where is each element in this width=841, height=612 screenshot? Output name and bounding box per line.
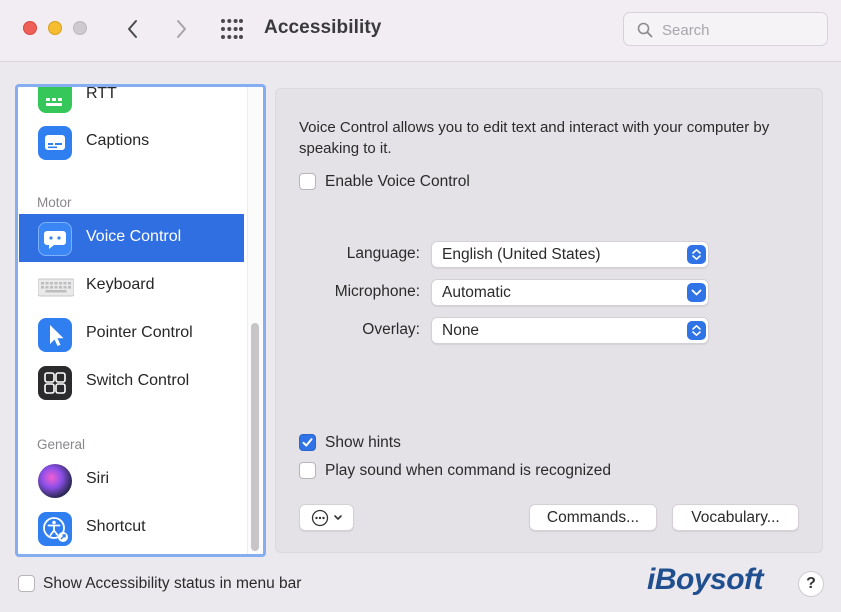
show-status-in-menu-bar-checkbox[interactable] (18, 575, 35, 592)
chevron-left-icon (128, 20, 137, 38)
ellipsis-circle-icon (311, 509, 342, 527)
language-select[interactable]: English (United States) (431, 241, 709, 268)
sidebar-item-keyboard[interactable]: Keyboard (19, 262, 244, 310)
chevron-right-icon (177, 20, 186, 38)
pointer-control-icon (38, 318, 72, 352)
sidebar-item-pointer-control[interactable]: Pointer Control (19, 310, 244, 358)
sidebar-item-label: Captions (86, 132, 150, 149)
voice-control-icon (38, 222, 72, 256)
window-title: Accessibility (264, 17, 382, 38)
sidebar-item-label: Switch Control (86, 372, 190, 389)
microphone-value: Automatic (442, 284, 511, 301)
show-status-in-menu-bar-label: Show Accessibility status in menu bar (43, 575, 302, 592)
switch-control-icon (38, 366, 72, 400)
sidebar-item-voice-control[interactable]: Voice Control (19, 214, 244, 262)
up-down-chevron-icon (687, 321, 706, 340)
microphone-select[interactable]: Automatic (431, 279, 709, 306)
sidebar-item-label: Keyboard (86, 276, 155, 293)
sidebar-item-label: Pointer Control (86, 324, 193, 341)
sidebar-item-captions[interactable]: Captions (19, 118, 244, 166)
sidebar-scrollbar-thumb[interactable] (251, 323, 259, 551)
more-options-button[interactable] (299, 504, 354, 531)
captions-icon (38, 126, 72, 160)
overlay-label: Overlay: (362, 321, 420, 338)
siri-icon (38, 464, 72, 498)
enable-voice-control-label: Enable Voice Control (325, 173, 470, 190)
sidebar-item-label: RTT (86, 85, 117, 102)
grid-icon (221, 19, 243, 39)
vocabulary-button[interactable]: Vocabulary... (672, 504, 799, 531)
sidebar-item-switch-control[interactable]: Switch Control (19, 358, 244, 406)
rtt-icon (38, 87, 72, 113)
language-value: English (United States) (442, 246, 601, 263)
sidebar-item-label: Siri (86, 470, 110, 487)
play-sound-checkbox[interactable] (299, 462, 316, 479)
up-down-chevron-icon (687, 245, 706, 264)
help-button[interactable]: ? (798, 571, 824, 597)
chevron-down-icon (687, 283, 706, 302)
language-label: Language: (346, 245, 420, 262)
section-header-general: General (37, 437, 86, 452)
keyboard-icon (37, 270, 75, 304)
sidebar[interactable]: RTT Captions Motor Voice Control Keyboar… (15, 84, 266, 557)
sidebar-item-label: Shortcut (86, 518, 146, 535)
voice-control-panel: Voice Control allows you to edit text an… (275, 88, 823, 553)
overlay-select[interactable]: None (431, 317, 709, 344)
sidebar-item-rtt[interactable]: RTT (19, 85, 244, 119)
search-icon (637, 22, 653, 38)
show-hints-label: Show hints (325, 434, 401, 451)
search-input[interactable] (662, 19, 822, 41)
shortcut-icon (38, 512, 72, 546)
forward-button[interactable] (170, 16, 192, 42)
commands-button[interactable]: Commands... (529, 504, 657, 531)
section-header-motor: Motor (37, 195, 72, 210)
sidebar-item-label: Voice Control (86, 228, 182, 245)
back-button[interactable] (122, 16, 144, 42)
zoom-window-button[interactable] (73, 21, 87, 35)
search-box[interactable] (623, 12, 828, 46)
sidebar-item-siri[interactable]: Siri (19, 456, 244, 504)
overlay-value: None (442, 322, 480, 339)
enable-voice-control-checkbox[interactable] (299, 173, 316, 190)
show-hints-checkbox[interactable] (299, 434, 316, 451)
show-all-button[interactable] (220, 18, 244, 40)
watermark-logo: iBoysoft (647, 563, 764, 596)
close-window-button[interactable] (23, 21, 37, 35)
description-text: Voice Control allows you to edit text an… (299, 119, 770, 157)
play-sound-label: Play sound when command is recognized (325, 462, 612, 479)
title-bar: Accessibility (0, 0, 841, 62)
microphone-label: Microphone: (334, 283, 420, 300)
minimize-window-button[interactable] (48, 21, 62, 35)
checkmark-icon (302, 438, 313, 447)
sidebar-item-shortcut[interactable]: Shortcut (19, 504, 244, 552)
